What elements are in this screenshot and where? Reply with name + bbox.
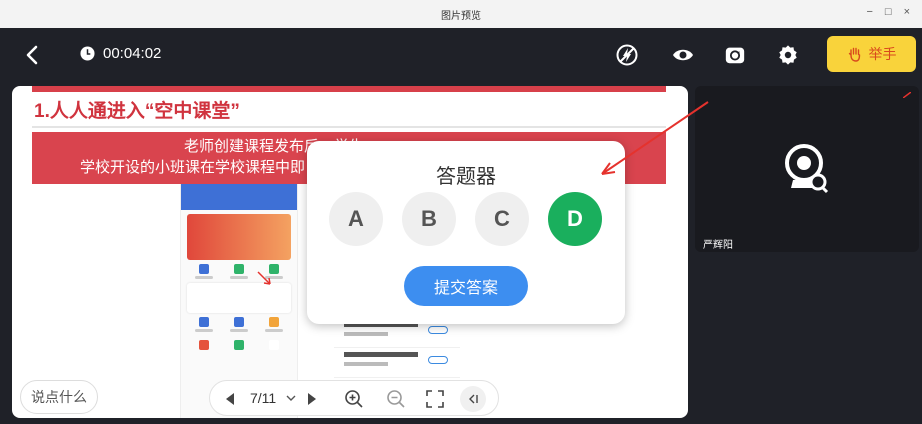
minimize-button[interactable]: − [866, 6, 872, 18]
flash-off-button[interactable] [614, 42, 640, 68]
class-timer: 00:04:02 [80, 45, 161, 62]
raise-hand-label: 举手 [868, 46, 897, 62]
slide-heading: 1.人人通进入“空中课堂” [34, 101, 240, 122]
answer-card-title: 答题器 [436, 166, 496, 188]
zoom-in-icon[interactable] [344, 389, 364, 409]
participant-video-tile: 严辉阳 [695, 86, 919, 252]
corner-mark-icon [903, 92, 911, 98]
eye-icon [673, 49, 693, 61]
slide-top-stripe [32, 86, 666, 92]
next-page-icon[interactable] [306, 392, 318, 406]
maximize-button[interactable]: □ [885, 6, 892, 18]
zoom-out-icon[interactable] [386, 389, 406, 409]
settings-button[interactable] [775, 42, 801, 68]
chevron-left-icon [26, 45, 38, 65]
option-d-button[interactable]: D [548, 192, 602, 246]
option-b-button[interactable]: B [402, 192, 456, 246]
option-c-button[interactable]: C [475, 192, 529, 246]
raise-hand-button[interactable]: 举手 [827, 36, 916, 72]
hand-icon [848, 47, 860, 62]
back-button[interactable] [20, 42, 46, 68]
participant-name: 严辉阳 [703, 240, 733, 251]
fullscreen-icon[interactable] [426, 390, 444, 408]
window-title: 图片预览 [441, 11, 481, 22]
collapse-toolbar-button[interactable] [460, 386, 486, 412]
switch-camera-button[interactable] [722, 42, 748, 68]
window-controls: − □ × [866, 6, 910, 18]
slide-divider [32, 126, 666, 128]
camera-switch-icon [725, 47, 745, 64]
option-a-button[interactable]: A [329, 192, 383, 246]
chat-input[interactable]: 说点什么 [20, 380, 98, 414]
gear-icon [779, 45, 797, 65]
top-toolbar: 00:04:02 举手 [0, 28, 922, 82]
window-titlebar: 图片预览 − □ × [0, 0, 922, 28]
page-controls: 7/11 [209, 380, 499, 416]
classroom-app: 00:04:02 举手 1.人人通进入“空中课堂” 老师创建课程发布后，学生 学… [0, 28, 922, 424]
timer-value: 00:04:02 [103, 45, 162, 62]
camera-off-icon [785, 144, 829, 194]
preview-button[interactable] [670, 42, 696, 68]
collapse-icon [469, 394, 478, 404]
page-indicator: 7/11 [250, 390, 277, 406]
prev-page-icon[interactable] [224, 392, 236, 406]
clock-icon [80, 46, 95, 61]
close-button[interactable]: × [904, 6, 910, 18]
chevron-down-icon[interactable] [286, 394, 296, 402]
submit-answer-button[interactable]: 提交答案 [404, 266, 528, 306]
flash-off-icon [616, 44, 638, 66]
answer-card-panel: 答题器 A B C D 提交答案 [307, 141, 625, 324]
